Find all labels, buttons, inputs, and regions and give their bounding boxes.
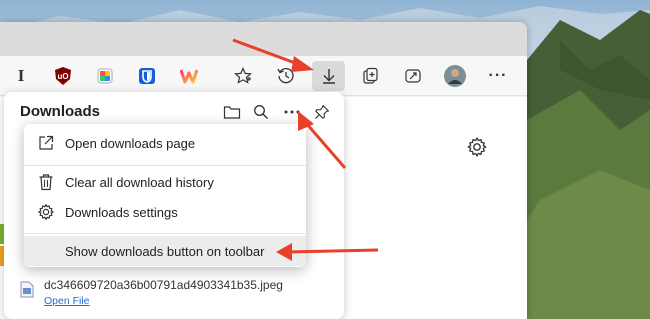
download-arrow-glyph-icon — [322, 69, 335, 84]
pin-panel-icon[interactable] — [311, 101, 333, 123]
bitwarden-shield-icon — [139, 68, 155, 84]
menu-divider — [24, 233, 306, 234]
downloads-context-menu: Open downloads page Clear all download h… — [24, 124, 306, 267]
svg-text:uO: uO — [57, 72, 68, 81]
menu-item-label: Downloads settings — [65, 204, 178, 220]
browser-title-bar — [0, 22, 527, 56]
search-icon — [254, 105, 268, 119]
menu-item-label: Show downloads button on toolbar — [65, 243, 265, 259]
collections-icon[interactable] — [356, 61, 386, 91]
trash-icon — [35, 171, 57, 193]
external-link-icon — [35, 132, 57, 154]
history-clock-icon — [277, 68, 294, 84]
open-folder-icon[interactable] — [221, 101, 243, 123]
web-capture-icon[interactable] — [398, 61, 428, 91]
color-picker-extension-icon[interactable] — [90, 61, 120, 91]
collections-glyph-icon — [363, 67, 378, 84]
menu-item-show-downloads-button[interactable]: Show downloads button on toolbar — [24, 236, 306, 266]
downloads-more-options-icon[interactable] — [281, 101, 303, 123]
menu-item-label: Open downloads page — [65, 135, 196, 151]
history-icon[interactable] — [271, 61, 301, 91]
web-capture-glyph-icon — [405, 69, 421, 83]
download-file-name: dc346609720a36b00791ad4903341b35.jpeg — [44, 278, 283, 292]
folder-glyph-icon — [223, 106, 241, 119]
profile-avatar-icon[interactable] — [440, 61, 470, 91]
w-extension-glyph-icon — [180, 69, 198, 84]
ublock-shield-icon: uO — [55, 67, 71, 85]
browser-toolbar: I uO ··· — [0, 56, 527, 96]
menu-item-label: Clear all download history — [65, 174, 214, 190]
bitwarden-icon[interactable] — [132, 61, 162, 91]
search-downloads-icon[interactable] — [250, 101, 272, 123]
pin-glyph-icon — [315, 104, 330, 119]
downloads-arrow-icon[interactable] — [312, 61, 345, 91]
menu-divider — [24, 165, 306, 166]
menu-item-clear-history[interactable]: Clear all download history — [24, 167, 306, 197]
open-file-link[interactable]: Open File — [44, 295, 90, 307]
ibooks-glyph-text: I — [17, 66, 25, 85]
page-settings-gear-icon[interactable] — [466, 136, 488, 158]
w-extension-icon[interactable] — [174, 61, 204, 91]
star-outline-icon — [234, 67, 252, 84]
more-options-glyph: ··· — [488, 67, 508, 84]
ublock-origin-icon[interactable]: uO — [48, 61, 78, 91]
jpeg-file-icon — [20, 281, 34, 298]
favorites-star-icon[interactable] — [228, 61, 258, 91]
menu-item-open-downloads-page[interactable]: Open downloads page — [24, 128, 306, 158]
ibooks-glyph-icon[interactable]: I — [6, 61, 36, 91]
avatar — [444, 65, 466, 87]
ellipsis-icon — [284, 110, 300, 114]
settings-gear-icon — [35, 201, 57, 223]
downloads-panel-title: Downloads — [20, 103, 101, 120]
menu-item-downloads-settings[interactable]: Downloads settings — [24, 197, 306, 227]
more-options-icon[interactable]: ··· — [483, 61, 513, 91]
color-picker-glyph-icon — [97, 68, 113, 84]
